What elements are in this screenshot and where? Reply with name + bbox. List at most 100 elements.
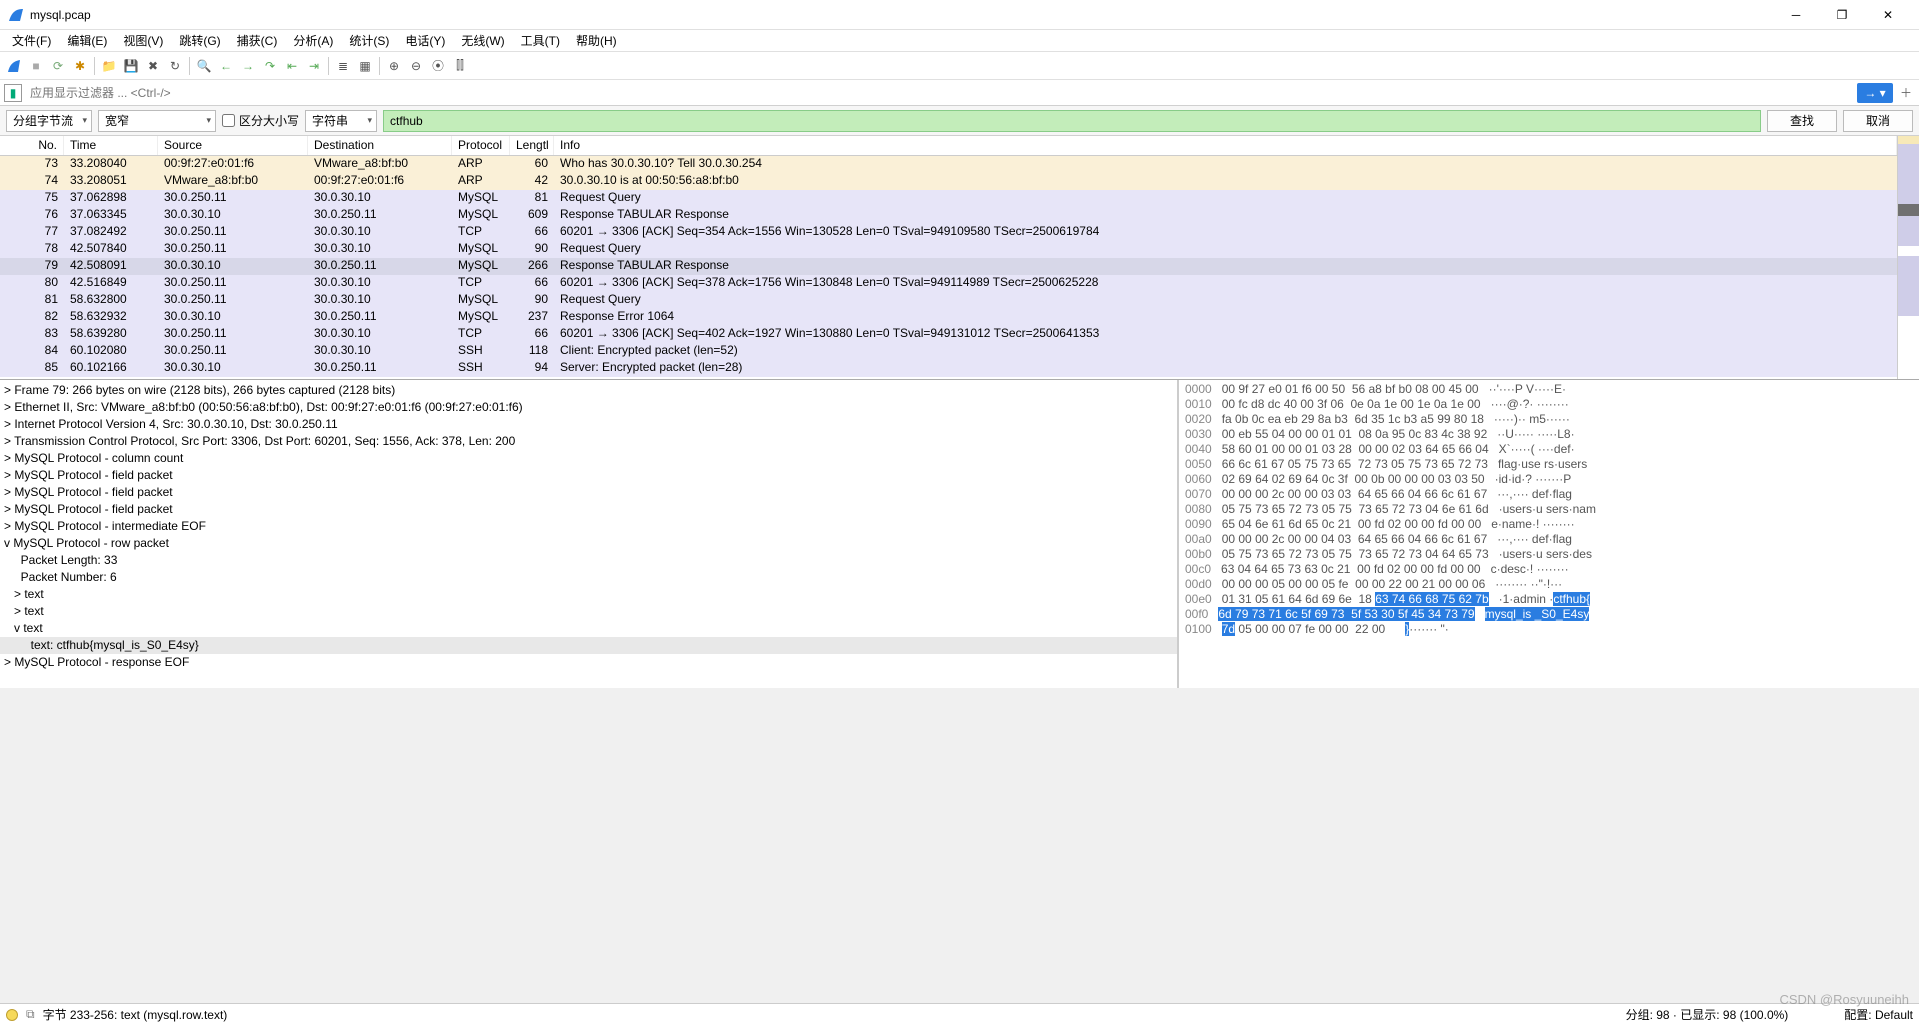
display-filter-input[interactable] [26,83,1853,103]
find-button[interactable]: 查找 [1767,110,1837,132]
hex-line[interactable]: 0030 00 eb 55 04 00 00 01 01 08 0a 95 0c… [1185,427,1913,442]
packet-row[interactable]: 8042.51684930.0.250.1130.0.30.10TCP66602… [0,275,1897,292]
tree-line[interactable]: > text [0,586,1177,603]
add-filter-button[interactable]: ＋ [1897,84,1915,102]
case-sensitive-checkbox[interactable]: 区分大小写 [222,112,299,129]
hex-line[interactable]: 0010 00 fc d8 dc 40 00 3f 06 0e 0a 1e 00… [1185,397,1913,412]
col-protocol[interactable]: Protocol [452,136,510,155]
minimize-button[interactable]: ─ [1773,0,1819,30]
go-last-icon[interactable]: ⇥ [304,56,324,76]
search-in-dropdown[interactable]: 分组字节流 [6,110,92,132]
go-to-packet-icon[interactable]: ↷ [260,56,280,76]
zoom-reset-icon[interactable]: ⦿ [428,56,448,76]
tree-line[interactable]: > Internet Protocol Version 4, Src: 30.0… [0,416,1177,433]
reload-icon[interactable]: ↻ [165,56,185,76]
hex-line[interactable]: 0060 02 69 64 02 69 64 0c 3f 00 0b 00 00… [1185,472,1913,487]
menu-item[interactable]: 电话(Y) [397,30,453,51]
close-file-icon[interactable]: ✖ [143,56,163,76]
colorize-icon[interactable]: ▦ [355,56,375,76]
start-capture-icon[interactable] [4,56,24,76]
tree-line[interactable]: > Transmission Control Protocol, Src Por… [0,433,1177,450]
packet-row[interactable]: 7537.06289830.0.250.1130.0.30.10MySQL81R… [0,190,1897,207]
apply-filter-button[interactable]: → ▾ [1857,83,1893,103]
col-source[interactable]: Source [158,136,308,155]
menu-item[interactable]: 文件(F) [4,30,59,51]
packet-row[interactable]: 8258.63293230.0.30.1030.0.250.11MySQL237… [0,309,1897,326]
menu-item[interactable]: 分析(A) [285,30,341,51]
hex-line[interactable]: 0100 7d 05 00 00 07 fe 00 00 22 00 }····… [1185,622,1913,637]
hex-line[interactable]: 00b0 05 75 73 65 72 73 05 75 73 65 72 73… [1185,547,1913,562]
menu-item[interactable]: 工具(T) [513,30,568,51]
packet-row[interactable]: 7637.06334530.0.30.1030.0.250.11MySQL609… [0,207,1897,224]
open-file-icon[interactable]: 📁 [99,56,119,76]
cancel-button[interactable]: 取消 [1843,110,1913,132]
packet-row[interactable]: 8460.10208030.0.250.1130.0.30.10SSH118Cl… [0,343,1897,360]
hex-line[interactable]: 00f0 6d 79 73 71 6c 5f 69 73 5f 53 30 5f… [1185,607,1913,622]
tree-line[interactable]: > text [0,603,1177,620]
col-time[interactable]: Time [64,136,158,155]
col-info[interactable]: Info [554,136,1897,155]
col-destination[interactable]: Destination [308,136,452,155]
tree-line[interactable]: > MySQL Protocol - field packet [0,501,1177,518]
packet-list-header[interactable]: No. Time Source Destination Protocol Len… [0,136,1897,156]
tree-line[interactable]: > MySQL Protocol - field packet [0,484,1177,501]
packet-row[interactable]: 8158.63280030.0.250.1130.0.30.10MySQL90R… [0,292,1897,309]
expert-info-icon[interactable] [6,1009,18,1021]
tree-line[interactable]: > MySQL Protocol - intermediate EOF [0,518,1177,535]
charset-dropdown[interactable]: 宽窄 [98,110,216,132]
tree-line[interactable]: Packet Length: 33 [0,552,1177,569]
tree-line[interactable]: > Ethernet II, Src: VMware_a8:bf:b0 (00:… [0,399,1177,416]
packet-row[interactable]: 7333.20804000:9f:27:e0:01:f6VMware_a8:bf… [0,156,1897,173]
col-no[interactable]: No. [0,136,64,155]
menu-item[interactable]: 视图(V) [115,30,171,51]
col-length[interactable]: Lengtl [510,136,554,155]
tree-line[interactable]: text: ctfhub{mysql_is_S0_E4sy} [0,637,1177,654]
packet-bytes-hex[interactable]: 0000 00 9f 27 e0 01 f6 00 50 56 a8 bf b0… [1179,380,1919,688]
packet-navigator-strip[interactable] [1897,136,1919,379]
hex-line[interactable]: 0090 65 04 6e 61 6d 65 0c 21 00 fd 02 00… [1185,517,1913,532]
go-forward-icon[interactable]: → [238,56,258,76]
go-first-icon[interactable]: ⇤ [282,56,302,76]
packet-row[interactable]: 7737.08249230.0.250.1130.0.30.10TCP66602… [0,224,1897,241]
packet-row[interactable]: 7942.50809130.0.30.1030.0.250.11MySQL266… [0,258,1897,275]
hex-line[interactable]: 0080 05 75 73 65 72 73 05 75 73 65 72 73… [1185,502,1913,517]
menu-item[interactable]: 捕获(C) [229,30,286,51]
hex-line[interactable]: 0040 58 60 01 00 00 01 03 28 00 00 02 03… [1185,442,1913,457]
menu-item[interactable]: 无线(W) [453,30,512,51]
close-button[interactable]: ✕ [1865,0,1911,30]
maximize-button[interactable]: ❐ [1819,0,1865,30]
find-packet-icon[interactable]: 🔍 [194,56,214,76]
tree-line[interactable]: v MySQL Protocol - row packet [0,535,1177,552]
resize-columns-icon[interactable]: ⫿⫿ [450,56,470,76]
search-type-dropdown[interactable]: 字符串 [305,110,377,132]
packet-list[interactable]: No. Time Source Destination Protocol Len… [0,136,1897,379]
zoom-in-icon[interactable]: ⊕ [384,56,404,76]
tree-line[interactable]: > MySQL Protocol - field packet [0,467,1177,484]
hex-line[interactable]: 0050 66 6c 61 67 05 75 73 65 72 73 05 75… [1185,457,1913,472]
hex-line[interactable]: 00c0 63 04 64 65 73 63 0c 21 00 fd 02 00… [1185,562,1913,577]
hex-line[interactable]: 0070 00 00 00 2c 00 00 03 03 64 65 66 04… [1185,487,1913,502]
menu-item[interactable]: 帮助(H) [568,30,625,51]
menu-item[interactable]: 编辑(E) [59,30,115,51]
stop-capture-icon[interactable]: ■ [26,56,46,76]
filter-bookmark-icon[interactable]: ▮ [4,84,22,102]
packet-row[interactable]: 8560.10216630.0.30.1030.0.250.11SSH94Ser… [0,360,1897,377]
tree-line[interactable]: Packet Number: 6 [0,569,1177,586]
packet-row[interactable]: 7842.50784030.0.250.1130.0.30.10MySQL90R… [0,241,1897,258]
packet-row[interactable]: 7433.208051VMware_a8:bf:b000:9f:27:e0:01… [0,173,1897,190]
packet-details-tree[interactable]: > Frame 79: 266 bytes on wire (2128 bits… [0,380,1179,688]
search-term-input[interactable] [383,110,1761,132]
packet-row[interactable]: 8358.63928030.0.250.1130.0.30.10TCP66602… [0,326,1897,343]
restart-capture-icon[interactable]: ⟳ [48,56,68,76]
hex-line[interactable]: 00d0 00 00 00 05 00 00 05 fe 00 00 22 00… [1185,577,1913,592]
hex-line[interactable]: 00e0 01 31 05 61 64 6d 69 6e 18 63 74 66… [1185,592,1913,607]
capture-options-icon[interactable]: ✱ [70,56,90,76]
tree-line[interactable]: > Frame 79: 266 bytes on wire (2128 bits… [0,382,1177,399]
save-file-icon[interactable]: 💾 [121,56,141,76]
tree-line[interactable]: v text [0,620,1177,637]
auto-scroll-icon[interactable]: ≣ [333,56,353,76]
hex-line[interactable]: 0020 fa 0b 0c ea eb 29 8a b3 6d 35 1c b3… [1185,412,1913,427]
zoom-out-icon[interactable]: ⊖ [406,56,426,76]
tree-line[interactable]: > MySQL Protocol - response EOF [0,654,1177,671]
hex-line[interactable]: 0000 00 9f 27 e0 01 f6 00 50 56 a8 bf b0… [1185,382,1913,397]
